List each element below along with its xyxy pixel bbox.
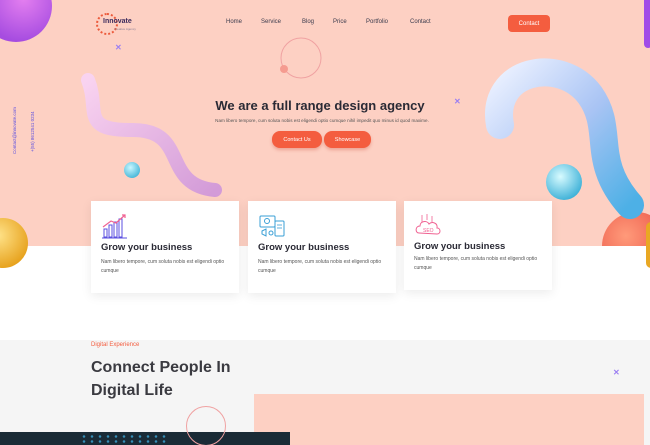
nav-item-portfolio[interactable]: Portfolio	[366, 19, 388, 25]
brand-logo[interactable]: Innovate Creative Agency	[96, 13, 138, 35]
marketing-tools-icon	[259, 215, 285, 237]
close-x-decoration-icon: ✕	[115, 43, 122, 52]
nav-item-blog[interactable]: Blog	[302, 19, 314, 25]
card-text: Nam libero tempore, cum soluta nobis est…	[258, 259, 382, 274]
nav-item-service[interactable]: Service	[261, 19, 281, 25]
nav-item-price[interactable]: Price	[333, 19, 347, 25]
side-email-link[interactable]: Contact@innovate.com	[12, 107, 17, 154]
seo-icon: SEO	[415, 214, 441, 235]
gold-blob-decoration-right	[646, 222, 650, 268]
card-text: Nam libero tempore, cum soluta nobis est…	[101, 259, 225, 274]
section-title-line1: Connect People In	[91, 359, 231, 376]
cyan-ball-decoration-right	[546, 164, 582, 200]
hero-title: We are a full range design agency	[215, 98, 425, 113]
pink-panel	[254, 394, 644, 445]
close-x-decoration-icon: ✕	[613, 368, 620, 377]
card-title: Grow your business	[101, 242, 193, 253]
showcase-button[interactable]: Showcase	[324, 131, 371, 148]
svg-text:SEO: SEO	[423, 228, 434, 234]
logo-text: Innovate	[103, 18, 132, 25]
card-text: Nam libero tempore, cum soluta nobis est…	[414, 256, 538, 271]
growth-chart-icon	[102, 214, 127, 239]
section-title-line2: Digital Life	[91, 382, 173, 399]
header-contact-button[interactable]: Contact	[508, 15, 550, 32]
service-card[interactable]: Grow your business Nam libero tempore, c…	[91, 201, 239, 293]
card-title: Grow your business	[414, 241, 506, 252]
dark-image-dots	[80, 434, 170, 444]
nav-item-home[interactable]: Home	[226, 19, 242, 25]
nav-item-contact[interactable]: Contact	[410, 19, 431, 25]
card-title: Grow your business	[258, 242, 350, 253]
section-eyebrow: Digital Experience	[91, 342, 140, 348]
ring-decoration	[186, 406, 226, 445]
section-title: Connect People In Digital Life	[91, 356, 231, 402]
service-card[interactable]: Grow your business Nam libero tempore, c…	[248, 201, 396, 293]
digital-experience-section: Digital Experience Connect People In Dig…	[0, 340, 650, 445]
contact-us-button[interactable]: Contact Us	[272, 131, 322, 148]
logo-tagline: Creative Agency	[114, 27, 136, 31]
hero-subtitle: Nam libero tempore, cum soluta nobis est…	[215, 118, 429, 123]
service-card[interactable]: SEO Grow your business Nam libero tempor…	[404, 201, 552, 290]
cyan-ball-decoration	[124, 162, 140, 178]
